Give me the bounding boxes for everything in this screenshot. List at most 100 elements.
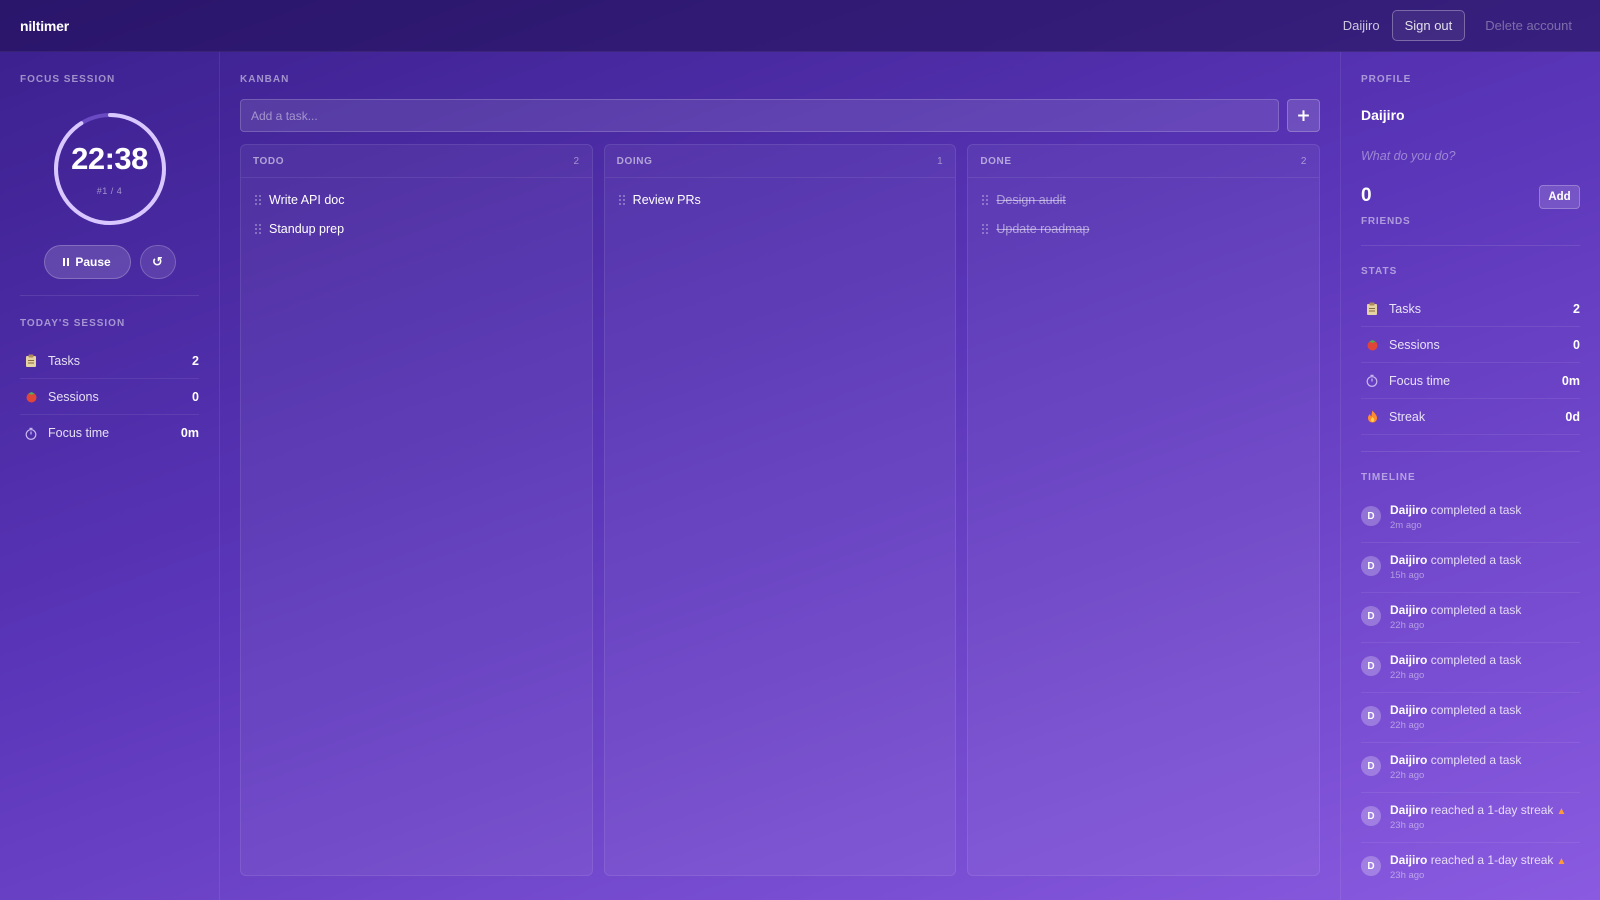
reset-button[interactable]: ↺ — [139, 245, 176, 279]
stat-value: 2 — [192, 353, 199, 368]
task-title: Standup prep — [269, 221, 345, 236]
timeline-time: 2m ago — [1390, 520, 1422, 531]
stats-streak-row: Streak 0d — [1361, 399, 1580, 435]
friends-label: FRIENDS — [1361, 216, 1411, 227]
task-card[interactable]: Update roadmap — [982, 214, 1305, 243]
today-sessions-row: Sessions 0 — [20, 379, 199, 415]
flame-icon: ▲ — [1556, 856, 1567, 867]
timeline-action: completed a task — [1430, 753, 1522, 767]
reset-icon: ↺ — [152, 254, 163, 270]
column-count: 1 — [937, 155, 944, 167]
friends-count: 0 — [1361, 185, 1372, 206]
add-task-input[interactable] — [240, 99, 1280, 132]
timeline-item: D Daijiro completed a task 22h ago — [1361, 593, 1580, 643]
profile-section-label: PROFILE — [1361, 74, 1412, 85]
timeline-user[interactable]: Daijiro — [1390, 753, 1427, 767]
column-cards: Write API doc Standup prep — [241, 178, 592, 250]
add-task-row: + — [240, 99, 1320, 132]
timeline-time: 23h ago — [1390, 870, 1425, 881]
timeline-user[interactable]: Daijiro — [1390, 603, 1427, 617]
timeline-body: Daijiro reached a 1-day streak ▲ 23h ago — [1390, 853, 1566, 893]
timeline-body: Daijiro completed a task 22h ago — [1390, 703, 1521, 742]
pause-label: Pause — [75, 255, 111, 269]
column-count: 2 — [573, 155, 580, 167]
timeline-section-label: TIMELINE — [1361, 472, 1416, 483]
timeline-user[interactable]: Daijiro — [1390, 703, 1427, 717]
timeline-list: D Daijiro completed a task 2m ago D Daij… — [1361, 493, 1580, 893]
column-cards: Review PRs — [605, 178, 956, 221]
timeline-action: completed a task — [1430, 653, 1522, 667]
column-count: 2 — [1300, 155, 1308, 167]
kanban-column-todo[interactable]: TODO 2 Write API doc Standup prep — [240, 144, 593, 876]
drag-handle-icon[interactable] — [255, 223, 261, 234]
timeline-text: Daijiro completed a task — [1390, 653, 1521, 667]
profile-bio-field[interactable]: What do you do? — [1361, 149, 1580, 163]
timeline-user[interactable]: Daijiro — [1390, 803, 1427, 817]
timeline-action: completed a task — [1430, 553, 1522, 567]
drag-handle-icon[interactable] — [982, 223, 989, 234]
task-title: Update roadmap — [996, 221, 1090, 236]
timeline-text: Daijiro completed a task — [1390, 553, 1521, 567]
timeline-item: D Daijiro reached a 1-day streak ▲ 23h ag… — [1361, 793, 1580, 843]
task-card[interactable]: Review PRs — [618, 185, 942, 214]
stat-label: Sessions — [1389, 337, 1440, 352]
add-task-button[interactable]: + — [1287, 99, 1320, 132]
timeline-action: reached a 1-day streak — [1430, 803, 1554, 817]
stat-value: 0m — [1561, 373, 1580, 388]
timeline-user[interactable]: Daijiro — [1390, 853, 1427, 867]
stat-label: Focus time — [48, 426, 110, 440]
timer-round: #1 / 4 — [96, 186, 123, 196]
stopwatch-icon — [1365, 374, 1379, 388]
stat-label: Sessions — [48, 389, 99, 404]
pause-icon — [63, 258, 70, 266]
timeline-time: 22h ago — [1390, 770, 1425, 781]
clipboard-icon — [1365, 302, 1379, 316]
column-header: TODO 2 — [241, 145, 592, 178]
divider — [20, 295, 199, 296]
column-title: TODO — [253, 155, 285, 167]
avatar: D — [1361, 606, 1381, 626]
stats-tasks-row: Tasks 2 — [1361, 291, 1580, 327]
stat-label: Streak — [1389, 409, 1426, 424]
stats-focus-time-row: Focus time 0m — [1361, 363, 1580, 399]
kanban-column-doing[interactable]: DOING 1 Review PRs — [603, 144, 957, 876]
profile-panel: PROFILE Daijiro What do you do? 0 FRIEND… — [1340, 52, 1600, 900]
today-section-label: TODAY'S SESSION — [20, 318, 126, 329]
divider — [1361, 245, 1580, 246]
timeline-user[interactable]: Daijiro — [1390, 553, 1427, 567]
drag-handle-icon[interactable] — [618, 194, 625, 205]
column-title: DOING — [616, 155, 653, 167]
task-card[interactable]: Write API doc — [255, 185, 578, 214]
task-card[interactable]: Design audit — [982, 185, 1305, 214]
timeline-body: Daijiro reached a 1-day streak ▲ 23h ago — [1390, 803, 1566, 842]
stats-sessions-row: Sessions 0 — [1361, 327, 1580, 363]
stat-label: Tasks — [1389, 301, 1421, 316]
kanban-panel: KANBAN + TODO 2 Write API doc Standup pr… — [220, 52, 1340, 900]
timeline-user[interactable]: Daijiro — [1390, 503, 1427, 517]
timeline-user[interactable]: Daijiro — [1390, 653, 1427, 667]
timeline-time: 23h ago — [1390, 820, 1425, 831]
stat-value: 2 — [1573, 301, 1580, 316]
timeline-action: completed a task — [1430, 603, 1522, 617]
focus-timer: 22:38 #1 / 4 — [52, 111, 168, 227]
profile-name: Daijiro — [1361, 107, 1405, 123]
timeline-time: 22h ago — [1390, 620, 1425, 631]
task-card[interactable]: Standup prep — [255, 214, 578, 243]
drag-handle-icon[interactable] — [982, 194, 989, 205]
pause-button[interactable]: Pause — [43, 245, 131, 279]
avatar: D — [1361, 656, 1381, 676]
timeline-item: D Daijiro completed a task 15h ago — [1361, 543, 1580, 593]
timeline-body: Daijiro completed a task 2m ago — [1390, 503, 1521, 542]
stat-value: 0d — [1565, 409, 1580, 424]
task-title: Design audit — [996, 192, 1066, 207]
delete-account-link[interactable]: Delete account — [1477, 18, 1580, 33]
timeline-text: Daijiro completed a task — [1390, 503, 1521, 517]
stat-label: Focus time — [1389, 373, 1451, 388]
sign-out-button[interactable]: Sign out — [1391, 10, 1466, 41]
focus-section-label: FOCUS SESSION — [20, 74, 116, 85]
timeline-time: 22h ago — [1390, 720, 1425, 731]
add-friend-button[interactable]: Add — [1539, 185, 1580, 209]
drag-handle-icon[interactable] — [255, 194, 261, 205]
kanban-column-done[interactable]: DONE 2 Design audit Update roadmap — [967, 144, 1321, 876]
app-brand[interactable]: niltimer — [20, 18, 69, 34]
